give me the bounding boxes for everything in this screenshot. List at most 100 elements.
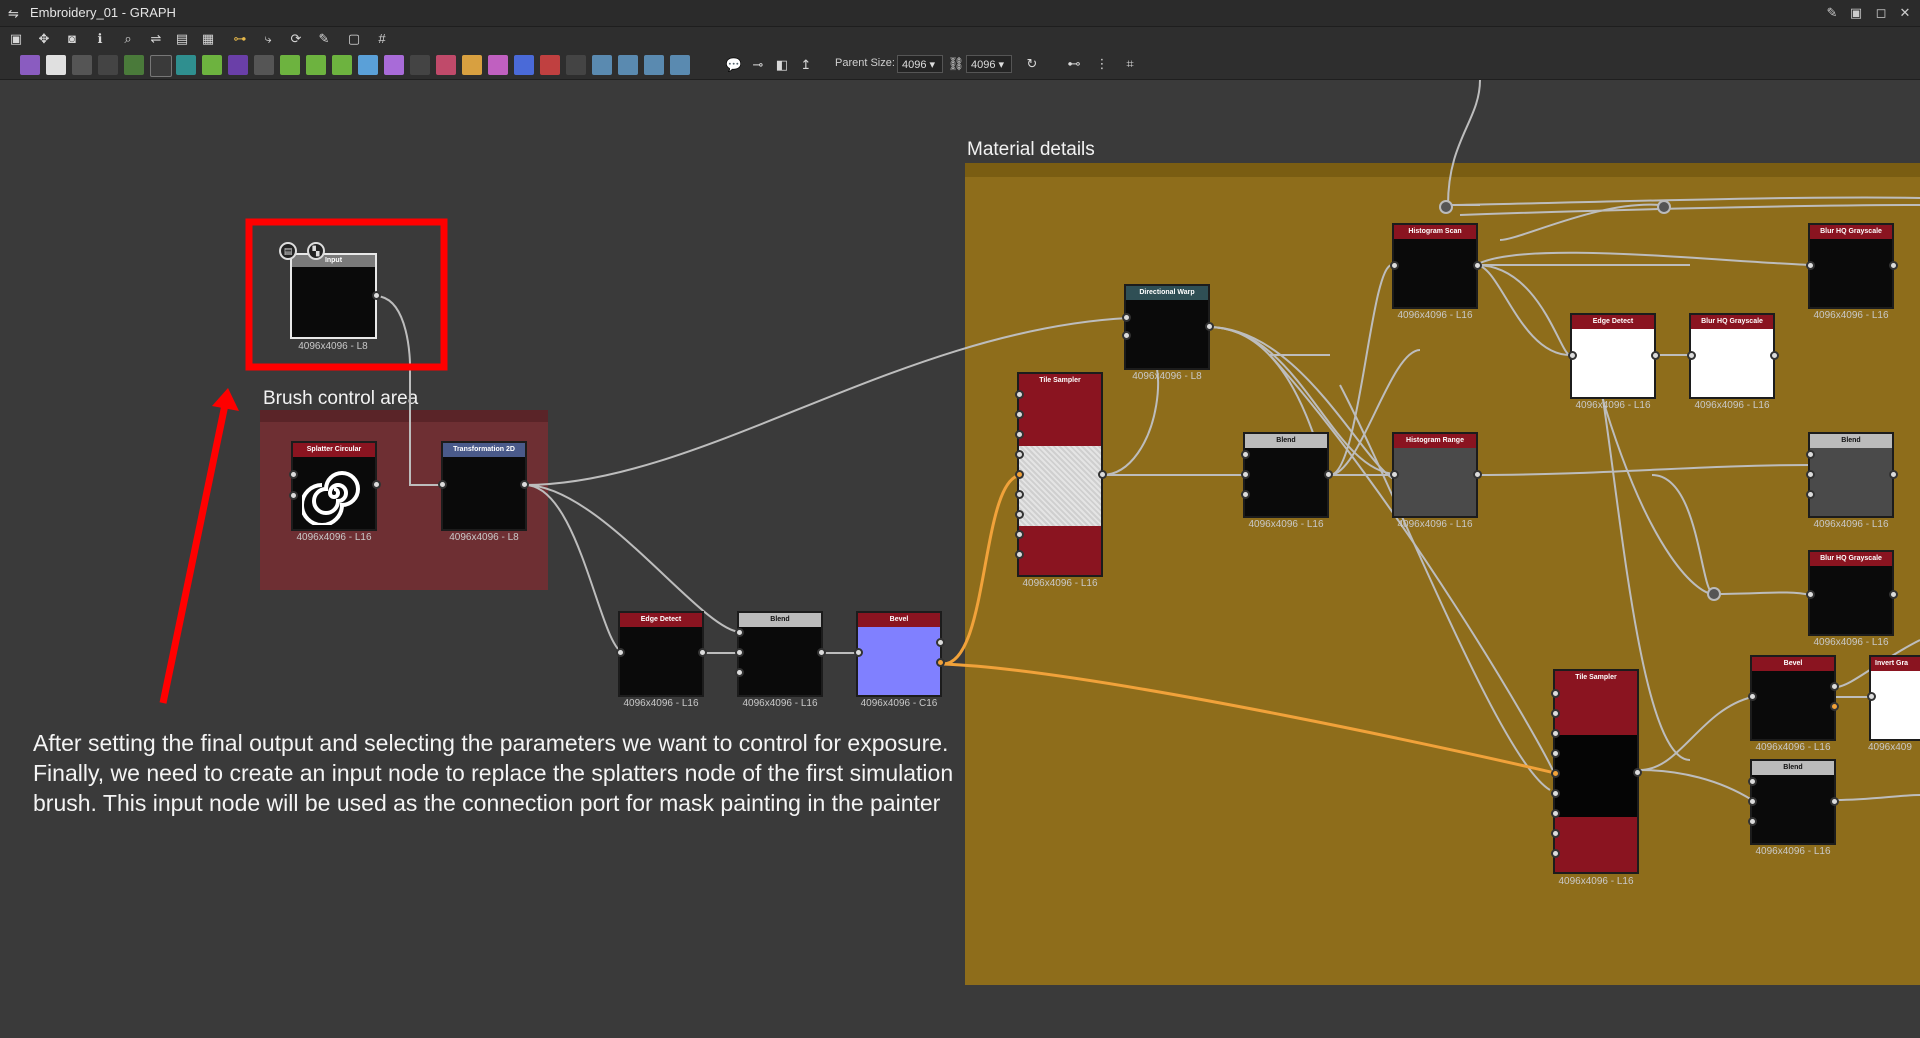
node-invert[interactable]: Invert Gra [1869, 655, 1920, 741]
node-input[interactable]: Input [290, 253, 377, 339]
output-port[interactable] [936, 658, 945, 667]
input-port[interactable] [1551, 769, 1560, 778]
input-port[interactable] [1015, 530, 1024, 539]
input-port[interactable] [1015, 450, 1024, 459]
input-port[interactable] [1015, 510, 1024, 519]
output-port[interactable] [698, 648, 707, 657]
input-port[interactable] [735, 668, 744, 677]
input-port[interactable] [1551, 709, 1560, 718]
spiral-icon [302, 471, 360, 525]
input-port[interactable] [1748, 692, 1757, 701]
input-port[interactable] [735, 628, 744, 637]
node-blur-hq-2[interactable]: Blur HQ Grayscale [1808, 223, 1894, 309]
output-port[interactable] [1770, 351, 1779, 360]
input-port[interactable] [1551, 689, 1560, 698]
node-edge-detect-1[interactable]: Edge Detect [618, 611, 704, 697]
input-port[interactable] [1687, 351, 1696, 360]
node-tile-sampler-1-size: 4096x4096 - L16 [1022, 578, 1098, 589]
node-transformation-size: 4096x4096 - L8 [449, 532, 519, 543]
input-port[interactable] [289, 470, 298, 479]
input-port[interactable] [1241, 450, 1250, 459]
input-port[interactable] [1551, 809, 1560, 818]
input-port[interactable] [1015, 490, 1024, 499]
node-tile-sampler-2[interactable]: Tile Sampler [1553, 669, 1639, 874]
node-blur-hq-1-size: 4096x4096 - L16 [1694, 400, 1770, 411]
node-edge-detect-1-size: 4096x4096 - L16 [623, 698, 699, 709]
input-port[interactable] [1748, 797, 1757, 806]
node-tile-sampler-2-size: 4096x4096 - L16 [1558, 876, 1634, 887]
output-port[interactable] [1889, 261, 1898, 270]
input-port[interactable] [1867, 692, 1876, 701]
output-port[interactable] [1830, 682, 1839, 691]
node-histogram-scan[interactable]: Histogram Scan [1392, 223, 1478, 309]
output-port[interactable] [1473, 261, 1482, 270]
node-directional-warp-size: 4096x4096 - L8 [1132, 371, 1202, 382]
node-bevel-2[interactable]: Bevel [1750, 655, 1836, 741]
input-port[interactable] [1568, 351, 1577, 360]
input-port[interactable] [1122, 331, 1131, 340]
input-port[interactable] [1806, 261, 1815, 270]
input-port[interactable] [1551, 729, 1560, 738]
node-blend-3[interactable]: Blend [1808, 432, 1894, 518]
output-port[interactable] [936, 638, 945, 647]
node-splatter-circular[interactable]: Splatter Circular [291, 441, 377, 531]
output-port[interactable] [1830, 797, 1839, 806]
input-port[interactable] [1015, 470, 1024, 479]
output-port[interactable] [1473, 470, 1482, 479]
node-blur-hq-1[interactable]: Blur HQ Grayscale [1689, 313, 1775, 399]
input-port[interactable] [1748, 777, 1757, 786]
node-tile-sampler-1[interactable]: Tile Sampler [1017, 372, 1103, 577]
output-port[interactable] [1324, 470, 1333, 479]
node-blend-2[interactable]: Blend [1243, 432, 1329, 518]
input-port[interactable] [438, 480, 447, 489]
input-port[interactable] [1551, 829, 1560, 838]
output-port[interactable] [1889, 590, 1898, 599]
node-bevel-1[interactable]: Bevel [856, 611, 942, 697]
input-port[interactable] [1390, 470, 1399, 479]
input-port[interactable] [1015, 550, 1024, 559]
input-port[interactable] [735, 648, 744, 657]
output-port[interactable] [817, 648, 826, 657]
input-port[interactable] [1122, 313, 1131, 322]
node-bevel-2-size: 4096x4096 - L16 [1755, 742, 1831, 753]
output-port[interactable] [1889, 470, 1898, 479]
input-port[interactable] [1806, 450, 1815, 459]
checker-icon[interactable]: ▚ [307, 242, 325, 260]
output-port[interactable] [372, 480, 381, 489]
node-histogram-range-size: 4096x4096 - L16 [1397, 519, 1473, 530]
node-blend-4[interactable]: Blend [1750, 759, 1836, 845]
node-directional-warp[interactable]: Directional Warp [1124, 284, 1210, 370]
input-port[interactable] [1806, 490, 1815, 499]
input-port[interactable] [1015, 410, 1024, 419]
output-port[interactable] [1830, 702, 1839, 711]
node-histogram-range[interactable]: Histogram Range [1392, 432, 1478, 518]
input-port[interactable] [616, 648, 625, 657]
output-port[interactable] [1633, 768, 1642, 777]
input-port[interactable] [1806, 470, 1815, 479]
output-port[interactable] [372, 291, 381, 300]
input-port[interactable] [1015, 390, 1024, 399]
input-port[interactable] [1551, 849, 1560, 858]
node-edge-detect-2[interactable]: Edge Detect [1570, 313, 1656, 399]
node-blend-1-size: 4096x4096 - L16 [742, 698, 818, 709]
document-icon[interactable]: ▤ [279, 242, 297, 260]
node-transformation-2d[interactable]: Transformation 2D [441, 441, 527, 531]
input-port[interactable] [854, 648, 863, 657]
input-port[interactable] [1390, 261, 1399, 270]
node-blend-3-size: 4096x4096 - L16 [1813, 519, 1889, 530]
input-port[interactable] [1551, 789, 1560, 798]
input-port[interactable] [1748, 817, 1757, 826]
input-port[interactable] [289, 491, 298, 500]
node-blur-hq-3[interactable]: Blur HQ Grayscale [1808, 550, 1894, 636]
input-port[interactable] [1015, 430, 1024, 439]
node-histogram-scan-size: 4096x4096 - L16 [1397, 310, 1473, 321]
output-port[interactable] [1651, 351, 1660, 360]
input-port[interactable] [1551, 749, 1560, 758]
output-port[interactable] [520, 480, 529, 489]
output-port[interactable] [1205, 322, 1214, 331]
input-port[interactable] [1806, 590, 1815, 599]
node-blend-1[interactable]: Blend [737, 611, 823, 697]
input-port[interactable] [1241, 490, 1250, 499]
input-port[interactable] [1241, 470, 1250, 479]
output-port[interactable] [1098, 470, 1107, 479]
